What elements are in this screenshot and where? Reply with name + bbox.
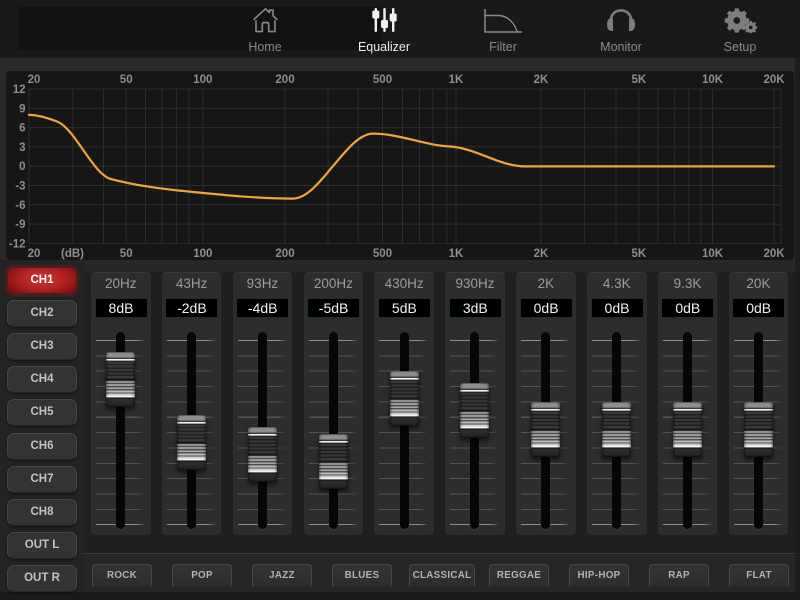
svg-text:9: 9 bbox=[19, 103, 25, 115]
svg-text:5K: 5K bbox=[631, 74, 646, 86]
svg-text:20K: 20K bbox=[763, 248, 785, 260]
svg-text:2K: 2K bbox=[534, 74, 549, 86]
svg-text:2K: 2K bbox=[534, 248, 549, 260]
svg-text:200: 200 bbox=[275, 248, 294, 260]
svg-text:50: 50 bbox=[120, 248, 133, 260]
svg-text:100: 100 bbox=[193, 248, 212, 260]
svg-text:(dB): (dB) bbox=[61, 248, 84, 260]
svg-text:500: 500 bbox=[373, 248, 392, 260]
svg-text:-3: -3 bbox=[15, 181, 25, 193]
svg-text:20: 20 bbox=[28, 248, 41, 260]
svg-text:10K: 10K bbox=[702, 74, 724, 86]
svg-text:5K: 5K bbox=[631, 248, 646, 260]
svg-text:6: 6 bbox=[19, 123, 25, 135]
svg-text:20K: 20K bbox=[763, 74, 785, 86]
svg-text:-9: -9 bbox=[15, 219, 25, 231]
svg-text:1K: 1K bbox=[449, 74, 464, 86]
svg-text:100: 100 bbox=[193, 74, 212, 86]
svg-text:1K: 1K bbox=[449, 248, 464, 260]
svg-text:20: 20 bbox=[28, 74, 41, 86]
svg-text:3: 3 bbox=[19, 142, 25, 154]
svg-text:500: 500 bbox=[373, 74, 392, 86]
svg-text:50: 50 bbox=[120, 74, 133, 86]
svg-text:-6: -6 bbox=[15, 200, 25, 212]
svg-text:-12: -12 bbox=[9, 238, 26, 250]
svg-text:200: 200 bbox=[275, 74, 294, 86]
svg-text:0: 0 bbox=[19, 161, 25, 173]
svg-text:12: 12 bbox=[13, 84, 26, 96]
svg-text:10K: 10K bbox=[702, 248, 724, 260]
